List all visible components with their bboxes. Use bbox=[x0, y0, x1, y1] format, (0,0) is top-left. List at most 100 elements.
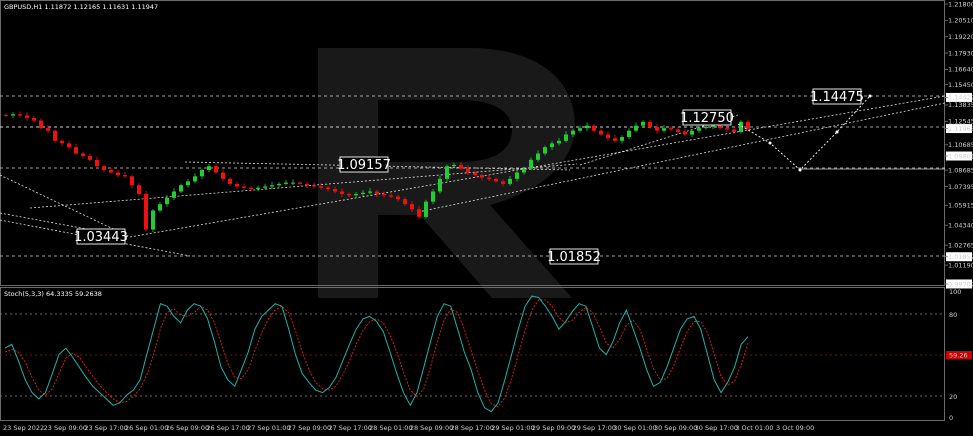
stoch-axis[interactable]: 100 80 59.26 20 0 bbox=[946, 288, 972, 422]
stoch-current-label: 59.26 bbox=[949, 352, 968, 360]
candle bbox=[333, 188, 337, 192]
price-tick-label: 1.08685 bbox=[948, 166, 973, 174]
candle bbox=[165, 197, 169, 205]
stoch-tick-100: 100 bbox=[949, 288, 961, 296]
annotation-109157: 1.09157 bbox=[337, 156, 391, 173]
candle bbox=[102, 166, 106, 170]
price-tick-label: 1.11968 bbox=[948, 125, 973, 133]
candle bbox=[424, 201, 428, 217]
candle bbox=[46, 128, 50, 131]
price-tick-label: 1.10685 bbox=[948, 141, 973, 149]
candle bbox=[599, 130, 603, 135]
forecast-point bbox=[835, 130, 839, 134]
price-tick-label: 1.16640 bbox=[948, 66, 973, 74]
price-axis[interactable]: 1.21800 1.20510 1.19220 1.17930 1.16640 1.154… bbox=[945, 0, 973, 289]
candle bbox=[186, 181, 190, 186]
forecast-point bbox=[768, 141, 772, 145]
candle bbox=[578, 128, 582, 131]
stoch-signal-line bbox=[4, 299, 749, 408]
stoch-tick-20: 20 bbox=[949, 393, 957, 401]
time-tick-label: 30 Sep 17:00 bbox=[695, 424, 738, 432]
time-tick-label: 30 Sep 01:00 bbox=[613, 424, 656, 432]
candle bbox=[137, 185, 141, 195]
candle bbox=[109, 169, 113, 173]
candle bbox=[130, 176, 134, 186]
candle bbox=[326, 187, 330, 189]
price-tick-label: 1.01852 bbox=[948, 253, 973, 261]
price-tick-label: 1.19220 bbox=[948, 33, 973, 41]
time-tick-label: 23 Sep 2022 bbox=[3, 424, 44, 432]
candle bbox=[571, 130, 575, 135]
candle bbox=[732, 129, 736, 132]
candle bbox=[242, 186, 246, 188]
time-tick-label: 3 Oct 09:00 bbox=[776, 424, 814, 432]
candle bbox=[123, 175, 127, 177]
svg-text:1.09157: 1.09157 bbox=[337, 158, 391, 173]
candle bbox=[592, 125, 596, 131]
annotation-114475: 1.14475 bbox=[810, 88, 864, 105]
candle bbox=[536, 153, 540, 160]
candle bbox=[494, 178, 498, 182]
price-tick-label: 1.09801 bbox=[948, 152, 973, 160]
candle bbox=[319, 186, 323, 188]
candle bbox=[613, 138, 617, 141]
candle bbox=[718, 125, 722, 129]
trading-chart[interactable]: 1.14475 1.12750 1.09157 1.03443 1.01852 bbox=[0, 0, 973, 436]
chart-canvas[interactable]: 1.14475 1.12750 1.09157 1.03443 1.01852 bbox=[0, 0, 973, 436]
candle bbox=[354, 194, 358, 196]
candle bbox=[452, 164, 456, 167]
time-tick-label: 29 Sep 09:00 bbox=[532, 424, 575, 432]
candle bbox=[4, 114, 8, 116]
price-tick-label: 1.01190 bbox=[948, 261, 973, 269]
candle bbox=[277, 183, 281, 186]
stoch-tick-80: 80 bbox=[949, 311, 957, 319]
candle bbox=[564, 134, 568, 141]
candle bbox=[81, 153, 85, 157]
svg-text:1.12750: 1.12750 bbox=[680, 111, 734, 126]
candle bbox=[263, 186, 267, 188]
candle bbox=[697, 128, 701, 131]
time-tick-label: 30 Sep 09:00 bbox=[654, 424, 697, 432]
time-tick-label: 26 Sep 09:00 bbox=[166, 424, 209, 432]
candle bbox=[214, 166, 218, 173]
time-tick-label: 3 Oct 01:00 bbox=[735, 424, 773, 432]
candle bbox=[585, 125, 589, 129]
candle bbox=[620, 137, 624, 141]
candle bbox=[431, 191, 435, 202]
candle bbox=[298, 182, 302, 184]
candle bbox=[445, 166, 449, 179]
forecast-point bbox=[868, 94, 872, 98]
candle bbox=[662, 128, 666, 131]
candle bbox=[158, 204, 162, 211]
candle bbox=[473, 172, 477, 176]
candle bbox=[746, 121, 750, 129]
time-axis[interactable]: 23 Sep 2022 23 Sep 09:0023 Sep 17:0026 Se… bbox=[3, 424, 814, 432]
candle bbox=[18, 114, 22, 116]
candle bbox=[550, 143, 554, 148]
candle bbox=[396, 196, 400, 200]
svg-text:1.01852: 1.01852 bbox=[547, 250, 601, 265]
annotation-112750: 1.12750 bbox=[680, 109, 734, 126]
time-tick-label: 26 Sep 01:00 bbox=[125, 424, 168, 432]
candle bbox=[256, 187, 260, 189]
time-tick-label: 27 Sep 17:00 bbox=[328, 424, 371, 432]
candle bbox=[88, 156, 92, 160]
forecast-line bbox=[737, 95, 871, 171]
candle bbox=[522, 168, 526, 173]
candle bbox=[634, 125, 638, 131]
time-tick-label: 29 Sep 01:00 bbox=[491, 424, 534, 432]
candle bbox=[312, 185, 316, 187]
time-tick-label: 27 Sep 01:00 bbox=[247, 424, 290, 432]
candle bbox=[67, 143, 71, 148]
price-tick-label: 1.13835 bbox=[948, 101, 973, 109]
candle bbox=[347, 194, 351, 196]
candle bbox=[53, 130, 57, 141]
price-tick-label: 1.15450 bbox=[948, 81, 973, 89]
candle bbox=[606, 134, 610, 139]
candle bbox=[235, 183, 239, 187]
price-tick-label: 1.17930 bbox=[948, 49, 973, 57]
candle bbox=[60, 140, 64, 144]
forecast-point bbox=[798, 168, 802, 172]
candle bbox=[382, 194, 386, 196]
candle bbox=[284, 182, 288, 184]
